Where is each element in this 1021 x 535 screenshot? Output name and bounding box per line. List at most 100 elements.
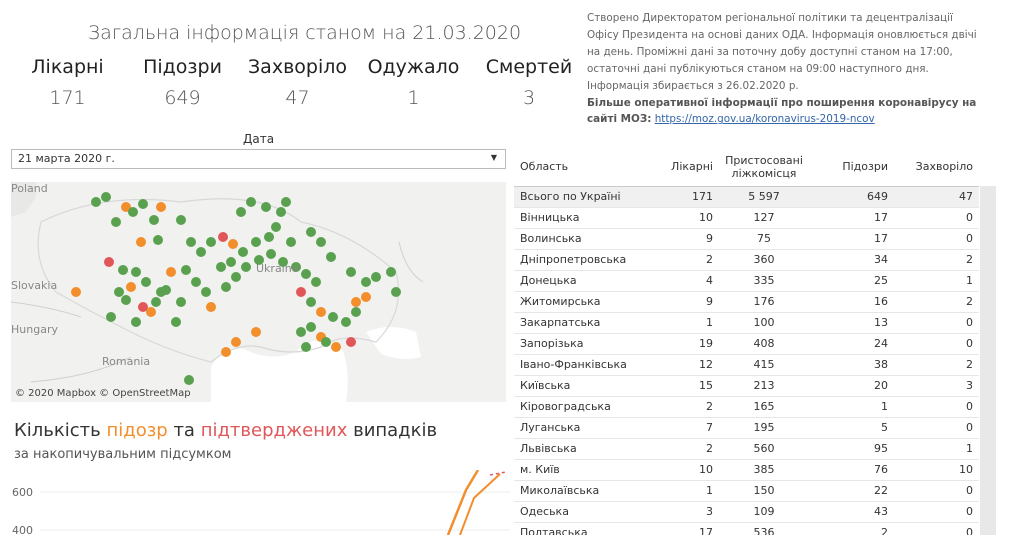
map-marker[interactable] [346, 267, 356, 277]
map-marker[interactable] [201, 287, 211, 297]
map-marker[interactable] [251, 237, 261, 247]
map-marker[interactable] [138, 199, 148, 209]
table-row[interactable]: Донецька 4 335 25 1 [514, 270, 979, 292]
map-marker[interactable] [326, 252, 336, 262]
map-marker[interactable] [311, 277, 321, 287]
table-row-total[interactable]: Всього по Україні 171 5 597 649 47 [514, 186, 979, 208]
map-marker[interactable] [361, 292, 371, 302]
date-select[interactable]: 21 марта 2020 г. ▼ [11, 149, 506, 169]
map-marker[interactable] [218, 232, 228, 242]
map-marker[interactable] [131, 267, 141, 277]
map-marker[interactable] [161, 285, 171, 295]
map-marker[interactable] [266, 249, 276, 259]
map-marker[interactable] [131, 317, 141, 327]
map-marker[interactable] [328, 312, 338, 322]
col-header-infected[interactable]: Захворіло [894, 148, 979, 187]
map-marker[interactable] [101, 192, 111, 202]
col-header-beds[interactable]: Пристосовані ліжкомісця [719, 148, 809, 187]
table-row[interactable]: Миколаївська 1 150 22 0 [514, 480, 979, 502]
table-row[interactable]: Закарпатська 1 100 13 0 [514, 312, 979, 334]
map-marker[interactable] [361, 277, 371, 287]
map-marker[interactable] [391, 287, 401, 297]
map-marker[interactable] [176, 215, 186, 225]
map-marker[interactable] [216, 262, 226, 272]
table-scrollbar[interactable] [980, 186, 996, 535]
table-row[interactable]: Івано-Франківська 12 415 38 2 [514, 354, 979, 376]
table-row[interactable]: Вінницька 10 127 17 0 [514, 207, 979, 229]
map-marker[interactable] [281, 197, 291, 207]
moz-link[interactable]: https://moz.gov.ua/koronavirus-2019-ncov [655, 113, 875, 125]
col-header-suspected[interactable]: Підозри [809, 148, 894, 187]
map-marker[interactable] [136, 237, 146, 247]
table-row[interactable]: Львівська 2 560 95 1 [514, 438, 979, 460]
map-marker[interactable] [341, 317, 351, 327]
map-marker[interactable] [171, 317, 181, 327]
table-row[interactable]: Волинська 9 75 17 0 [514, 228, 979, 250]
map-marker[interactable] [166, 267, 176, 277]
map-marker[interactable] [351, 297, 361, 307]
map-marker[interactable] [306, 297, 316, 307]
map-marker[interactable] [271, 222, 281, 232]
map-marker[interactable] [306, 322, 316, 332]
col-header-region[interactable]: Область [514, 148, 664, 187]
map-marker[interactable] [321, 337, 331, 347]
map-marker[interactable] [331, 342, 341, 352]
map-marker[interactable] [236, 207, 246, 217]
col-header-hospitals[interactable]: Лікарні [664, 148, 719, 187]
map-marker[interactable] [251, 327, 261, 337]
map-marker[interactable] [301, 342, 311, 352]
dropdown-arrow-icon[interactable]: ▼ [491, 153, 497, 162]
map-marker[interactable] [296, 327, 306, 337]
map-marker[interactable] [71, 287, 81, 297]
map-marker[interactable] [276, 207, 286, 217]
map-marker[interactable] [231, 337, 241, 347]
map-marker[interactable] [196, 247, 206, 257]
map-marker[interactable] [118, 265, 128, 275]
map-marker[interactable] [186, 237, 196, 247]
map-marker[interactable] [184, 375, 194, 385]
map-marker[interactable] [149, 215, 159, 225]
map-marker[interactable] [238, 247, 248, 257]
map-marker[interactable] [151, 297, 161, 307]
map-marker[interactable] [246, 197, 256, 207]
map-marker[interactable] [221, 282, 231, 292]
map-marker[interactable] [264, 232, 274, 242]
map-marker[interactable] [241, 262, 251, 272]
map-marker[interactable] [296, 287, 306, 297]
map-marker[interactable] [121, 295, 131, 305]
map-marker[interactable] [351, 307, 361, 317]
map-marker[interactable] [226, 257, 236, 267]
map-marker[interactable] [126, 282, 136, 292]
map-marker[interactable] [286, 237, 296, 247]
map-marker[interactable] [316, 307, 326, 317]
map-marker[interactable] [146, 307, 156, 317]
table-row[interactable]: Одеська 3 109 43 0 [514, 501, 979, 523]
map-marker[interactable] [128, 207, 138, 217]
map-marker[interactable] [114, 287, 124, 297]
map-marker[interactable] [106, 312, 116, 322]
map-marker[interactable] [91, 197, 101, 207]
table-row[interactable]: Житомирська 9 176 16 2 [514, 291, 979, 313]
map-marker[interactable] [261, 202, 271, 212]
map-marker[interactable] [191, 277, 201, 287]
map-marker[interactable] [181, 265, 191, 275]
table-row[interactable]: м. Київ 10 385 76 10 [514, 459, 979, 481]
map-marker[interactable] [371, 272, 381, 282]
map-marker[interactable] [221, 347, 231, 357]
table-row[interactable]: Кіровоградська 2 165 1 0 [514, 396, 979, 418]
map-marker[interactable] [111, 217, 121, 227]
map-marker[interactable] [316, 237, 326, 247]
map-marker[interactable] [301, 269, 311, 279]
table-row[interactable]: Запорізька 19 408 24 0 [514, 333, 979, 355]
map-marker[interactable] [386, 267, 396, 277]
map-marker[interactable] [156, 202, 166, 212]
map-marker[interactable] [176, 297, 186, 307]
table-row[interactable]: Дніпропетровська 2 360 34 2 [514, 249, 979, 271]
map-marker[interactable] [346, 337, 356, 347]
table-row[interactable]: Луганська 7 195 5 0 [514, 417, 979, 439]
table-row[interactable]: Київська 15 213 20 3 [514, 375, 979, 397]
map-marker[interactable] [206, 237, 216, 247]
map-marker[interactable] [306, 227, 316, 237]
map-marker[interactable] [231, 272, 241, 282]
map-marker[interactable] [228, 239, 238, 249]
